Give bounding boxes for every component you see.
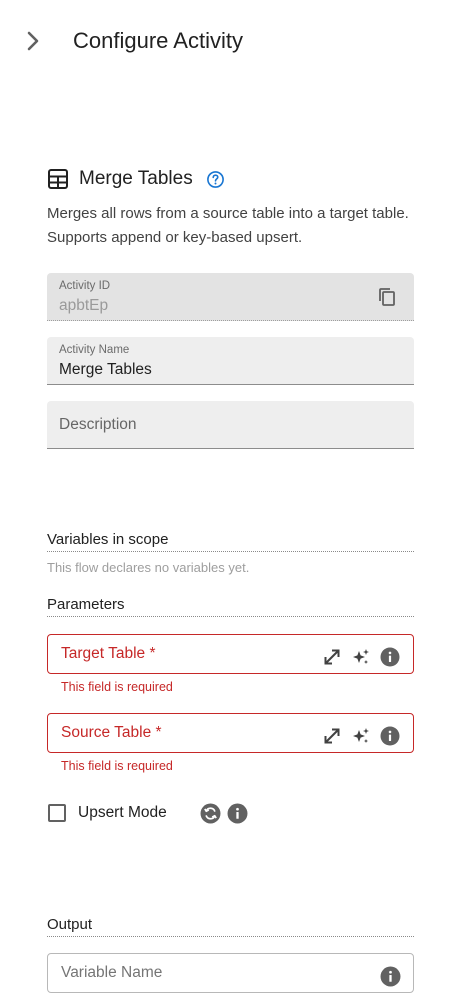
activity-id-field: Activity ID apbtEp [47,273,414,321]
info-icon[interactable] [379,725,401,747]
expand-icon[interactable] [321,725,343,747]
target-table-field[interactable]: Target Table * [47,634,414,674]
info-icon[interactable] [227,803,248,824]
source-table-error: This field is required [61,759,173,773]
target-table-label: Target Table * [61,645,156,662]
variables-section-title: Variables in scope [47,531,414,552]
source-table-label: Source Table * [61,724,162,741]
info-icon[interactable] [380,966,401,987]
page-title: Configure Activity [73,28,243,53]
source-table-field[interactable]: Source Table * [47,713,414,753]
description-field[interactable]: Description [47,401,414,449]
variable-name-placeholder: Variable Name [61,964,163,981]
upsert-mode-row: Upsert Mode [47,801,254,825]
activity-id-label: Activity ID [59,280,111,292]
description-placeholder: Description [59,416,137,433]
activity-heading: Merge Tables [47,166,225,192]
activity-id-value: apbtEp [59,297,109,314]
sync-icon[interactable] [200,803,221,824]
activity-name-value: Merge Tables [59,361,152,378]
variable-name-field[interactable]: Variable Name [47,953,414,993]
upsert-mode-checkbox[interactable] [48,804,66,822]
activity-title: Merge Tables [79,168,193,189]
activity-description: Merges all rows from a source table into… [47,205,409,246]
output-section-title: Output [47,916,414,937]
header: Configure Activity [0,0,470,84]
sparkle-icon[interactable] [350,646,372,668]
parameters-section-title: Parameters [47,596,414,617]
copy-icon[interactable] [376,286,398,308]
activity-name-label: Activity Name [59,344,130,356]
info-icon[interactable] [379,646,401,668]
target-table-error: This field is required [61,680,173,694]
help-circle-icon[interactable] [206,170,225,189]
table-grid-icon [47,168,69,190]
expand-icon[interactable] [321,646,343,668]
sparkle-icon[interactable] [350,725,372,747]
variables-empty-note: This flow declares no variables yet. [47,560,250,575]
activity-name-field[interactable]: Activity Name Merge Tables [47,337,414,385]
upsert-mode-label: Upsert Mode [78,804,167,821]
chevron-right-icon[interactable] [22,30,44,52]
